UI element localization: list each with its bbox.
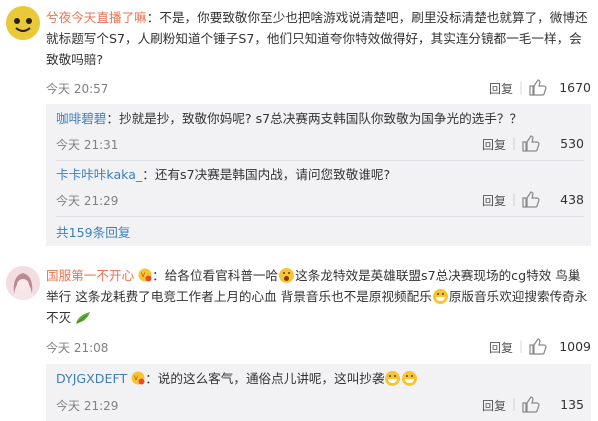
thumbs-up-icon [522, 135, 540, 152]
divider: | [518, 80, 523, 94]
like-count: 530 [560, 136, 584, 151]
reply-button[interactable]: 回复 [489, 339, 513, 356]
more-replies-link[interactable]: 共159条回复 [56, 222, 130, 241]
comment-username[interactable]: 国服第一不开心 [46, 268, 134, 283]
reply-meta: 今天 21:29 回复 | 135 [56, 395, 584, 415]
reply-button[interactable]: 回复 [482, 397, 506, 414]
reply-body: ：抄就是抄，致敬你妈呢? s7总决赛两支韩国队你致敬为国争光的选手？？ [106, 111, 523, 126]
avatar-face-icon [6, 6, 40, 40]
reply-body: ：说的这么客气，通俗点儿讲呢，这叫抄袭 [145, 371, 385, 386]
comment-text: 兮夜今天直播了嘛：不是，你要致敬你至少也把啥游戏说清楚吧，刷里没标清楚也就算了，… [46, 7, 591, 70]
reply-time: 今天 21:29 [56, 399, 119, 413]
reply-box: DYJGXDEFT V ：说的这么客气，通俗点儿讲呢，这叫抄袭 今天 21:29… [46, 364, 591, 421]
comment-username[interactable]: 兮夜今天直播了嘛 [46, 10, 147, 25]
comment-1: 兮夜今天直播了嘛：不是，你要致敬你至少也把啥游戏说清楚吧，刷里没标清楚也就算了，… [0, 0, 598, 246]
comment-text: 国服第一不开心 V ：给各位看官科普一哈 这条龙特效是英雄联盟s7总决赛现场的cg… [46, 265, 591, 328]
avatar[interactable] [6, 6, 40, 40]
thumbs-up-icon [522, 396, 540, 413]
thumbs-up-icon [529, 338, 547, 355]
comment-body-part1: ：给各位看官科普一哈 [152, 268, 279, 283]
reply-box: 咖啡碧碧：抄就是抄，致敬你妈呢? s7总决赛两支韩国队你致敬为国争光的选手？？ … [46, 104, 591, 246]
reply-username[interactable]: 咖啡碧碧 [56, 111, 106, 126]
divider [56, 160, 584, 161]
reply-username[interactable]: 卡卡咔咔kaka_ [56, 167, 142, 182]
like-button[interactable]: 530 [522, 134, 584, 154]
reply-username[interactable]: DYJGXDEFT [56, 371, 127, 386]
like-button[interactable]: 1009 [529, 337, 591, 357]
reply-text: 咖啡碧碧：抄就是抄，致敬你妈呢? s7总决赛两支韩国队你致敬为国争光的选手？？ [56, 109, 584, 129]
divider: | [511, 192, 516, 206]
comment-meta: 今天 21:08 回复 | 1009 [46, 337, 591, 357]
comment-time: 今天 20:57 [46, 82, 109, 96]
reply-text: 卡卡咔咔kaka_：还有s7决赛是韩国内战，请问您致敬谁呢? [56, 165, 584, 185]
like-button[interactable]: 438 [522, 190, 584, 210]
thumbs-up-icon [529, 79, 547, 96]
divider: | [511, 136, 516, 150]
reply-button[interactable]: 回复 [489, 80, 513, 97]
reply-body: ：还有s7决赛是韩国内战，请问您致敬谁呢? [142, 167, 391, 182]
reply-meta: 今天 21:29 回复 | 438 [56, 190, 584, 210]
grin-emoji-icon [402, 371, 418, 386]
like-count: 438 [560, 192, 584, 207]
like-button[interactable]: 135 [522, 395, 584, 415]
reply-meta: 今天 21:31 回复 | 530 [56, 134, 584, 154]
vip-badge-icon: V [131, 371, 145, 385]
grin-emoji-icon [432, 289, 448, 304]
avatar-photo-icon [6, 266, 40, 300]
comment-time: 今天 21:08 [46, 341, 109, 355]
like-count: 1009 [559, 339, 591, 354]
reply-text: DYJGXDEFT V ：说的这么客气，通俗点儿讲呢，这叫抄袭 [56, 369, 584, 389]
leaf-icon [76, 312, 91, 324]
avatar[interactable] [6, 266, 40, 300]
divider [56, 216, 584, 217]
reply-time: 今天 21:31 [56, 138, 119, 152]
comment-meta: 今天 20:57 回复 | 1670 [46, 78, 591, 98]
reply-button[interactable]: 回复 [482, 136, 506, 153]
ooh-emoji-icon [279, 268, 295, 283]
divider: | [518, 339, 523, 353]
like-count: 1670 [559, 80, 591, 95]
reply-button[interactable]: 回复 [482, 192, 506, 209]
divider: | [511, 397, 516, 411]
reply-time: 今天 21:29 [56, 194, 119, 208]
grin-emoji-icon [385, 371, 401, 386]
thumbs-up-icon [522, 191, 540, 208]
vip-badge-icon: V [138, 268, 152, 282]
like-count: 135 [560, 397, 584, 412]
like-button[interactable]: 1670 [529, 78, 591, 98]
